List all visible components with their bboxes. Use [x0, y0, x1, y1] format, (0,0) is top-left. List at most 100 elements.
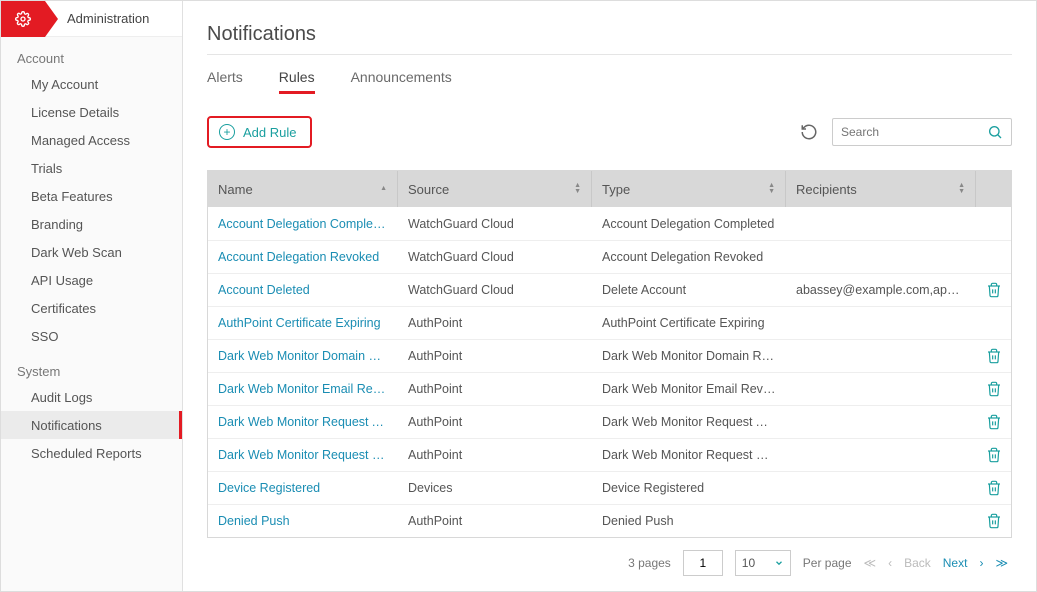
pager-first[interactable]: ≪	[864, 556, 877, 570]
rule-name-link[interactable]: AuthPoint Certificate Expiring	[208, 316, 398, 330]
trash-icon[interactable]	[986, 281, 1002, 299]
rule-source: AuthPoint	[398, 349, 592, 363]
table-row: Account DeletedWatchGuard CloudDelete Ac…	[208, 273, 1011, 306]
sidebar-item-license-details[interactable]: License Details	[1, 98, 182, 126]
search-input[interactable]	[841, 125, 971, 139]
pager: 3 pages 10 Per page ≪ ‹ Back Next › ≫	[207, 538, 1012, 576]
table-row: Dark Web Monitor Domain Revo...AuthPoint…	[208, 339, 1011, 372]
rule-source: WatchGuard Cloud	[398, 283, 592, 297]
col-header-source-label: Source	[408, 182, 449, 197]
rule-source: AuthPoint	[398, 382, 592, 396]
nav-section-header: System	[1, 350, 182, 383]
rule-name-link[interactable]: Device Registered	[208, 481, 398, 495]
rule-name-link[interactable]: Account Deleted	[208, 283, 398, 297]
col-header-recipients[interactable]: Recipients ▲▼	[786, 171, 976, 207]
rule-name-link[interactable]: Account Delegation Revoked	[208, 250, 398, 264]
trash-icon[interactable]	[986, 380, 1002, 398]
admin-gear-badge	[1, 1, 45, 37]
col-header-type[interactable]: Type ▲▼	[592, 171, 786, 207]
trash-icon[interactable]	[986, 512, 1002, 530]
rule-actions	[976, 380, 1011, 398]
refresh-icon[interactable]	[800, 123, 818, 141]
rule-source: AuthPoint	[398, 448, 592, 462]
rule-name-link[interactable]: Account Delegation Completed	[208, 217, 398, 231]
sidebar-item-branding[interactable]: Branding	[1, 210, 182, 238]
trash-icon[interactable]	[986, 446, 1002, 464]
rule-name-link[interactable]: Dark Web Monitor Domain Revo...	[208, 349, 398, 363]
search-icon[interactable]	[987, 124, 1003, 140]
toolbar: + Add Rule	[207, 116, 1012, 148]
rule-source: AuthPoint	[398, 514, 592, 528]
page-input[interactable]	[683, 550, 723, 576]
rule-recipients: abassey@example.com,apatel@e...	[786, 283, 976, 297]
tab-rules[interactable]: Rules	[279, 69, 315, 94]
add-rule-label: Add Rule	[243, 125, 296, 140]
sidebar-item-scheduled-reports[interactable]: Scheduled Reports	[1, 439, 182, 467]
sidebar-item-api-usage[interactable]: API Usage	[1, 266, 182, 294]
page-title: Notifications	[207, 23, 1012, 55]
sidebar-item-beta-features[interactable]: Beta Features	[1, 182, 182, 210]
rule-name-link[interactable]: Dark Web Monitor Email Revoked	[208, 382, 398, 396]
rule-type: Account Delegation Completed	[592, 217, 786, 231]
rule-type: Device Registered	[592, 481, 786, 495]
rule-actions	[976, 347, 1011, 365]
table-header: Name ▲ Source ▲▼ Type ▲▼ Recipients ▲▼	[208, 171, 1011, 207]
col-header-actions	[976, 171, 1011, 207]
rules-table: Name ▲ Source ▲▼ Type ▲▼ Recipients ▲▼ A…	[207, 170, 1012, 538]
table-row: Denied PushAuthPointDenied Push	[208, 504, 1011, 537]
sidebar: Administration AccountMy AccountLicense …	[1, 1, 183, 591]
per-page-label: Per page	[803, 556, 852, 570]
sidebar-item-audit-logs[interactable]: Audit Logs	[1, 383, 182, 411]
rule-name-link[interactable]: Denied Push	[208, 514, 398, 528]
table-row: Account Delegation RevokedWatchGuard Clo…	[208, 240, 1011, 273]
pager-last[interactable]: ≫	[995, 556, 1008, 570]
pager-prev-chevron[interactable]: ‹	[888, 556, 892, 570]
table-row: AuthPoint Certificate ExpiringAuthPointA…	[208, 306, 1011, 339]
tab-alerts[interactable]: Alerts	[207, 69, 243, 94]
rule-type: Delete Account	[592, 283, 786, 297]
admin-title: Administration	[67, 11, 149, 26]
rule-type: Dark Web Monitor Request Denied	[592, 448, 786, 462]
sidebar-item-dark-web-scan[interactable]: Dark Web Scan	[1, 238, 182, 266]
trash-icon[interactable]	[986, 347, 1002, 365]
add-rule-button[interactable]: + Add Rule	[207, 116, 312, 148]
rule-type: Dark Web Monitor Request Appro...	[592, 415, 786, 429]
table-row: Account Delegation CompletedWatchGuard C…	[208, 207, 1011, 240]
per-page-select[interactable]: 10	[735, 550, 791, 576]
sidebar-item-my-account[interactable]: My Account	[1, 70, 182, 98]
sidebar-item-managed-access[interactable]: Managed Access	[1, 126, 182, 154]
tab-announcements[interactable]: Announcements	[351, 69, 452, 94]
per-page-value: 10	[742, 556, 755, 570]
sidebar-item-certificates[interactable]: Certificates	[1, 294, 182, 322]
sidebar-item-notifications[interactable]: Notifications	[1, 411, 182, 439]
rule-source: WatchGuard Cloud	[398, 217, 592, 231]
sidebar-item-trials[interactable]: Trials	[1, 154, 182, 182]
pager-next-chevron[interactable]: ›	[979, 556, 983, 570]
table-row: Dark Web Monitor Request Deni...AuthPoin…	[208, 438, 1011, 471]
rule-source: AuthPoint	[398, 415, 592, 429]
nav-section-header: Account	[1, 37, 182, 70]
pager-back[interactable]: Back	[904, 556, 931, 570]
rule-type: Account Delegation Revoked	[592, 250, 786, 264]
rule-source: WatchGuard Cloud	[398, 250, 592, 264]
pages-count: 3 pages	[628, 556, 671, 570]
rule-type: Dark Web Monitor Email Revoked	[592, 382, 786, 396]
col-header-name[interactable]: Name ▲	[208, 171, 398, 207]
pager-next[interactable]: Next	[943, 556, 968, 570]
col-header-source[interactable]: Source ▲▼	[398, 171, 592, 207]
sort-icon: ▲▼	[574, 183, 581, 195]
tabs: Alerts Rules Announcements	[207, 69, 1012, 94]
table-row: Dark Web Monitor Request Appr...AuthPoin…	[208, 405, 1011, 438]
rule-actions	[976, 512, 1011, 530]
sidebar-item-sso[interactable]: SSO	[1, 322, 182, 350]
trash-icon[interactable]	[986, 479, 1002, 497]
rule-name-link[interactable]: Dark Web Monitor Request Deni...	[208, 448, 398, 462]
col-header-type-label: Type	[602, 182, 630, 197]
search-box[interactable]	[832, 118, 1012, 146]
rule-name-link[interactable]: Dark Web Monitor Request Appr...	[208, 415, 398, 429]
main-content: Notifications Alerts Rules Announcements +…	[183, 1, 1036, 591]
rule-actions	[976, 446, 1011, 464]
rule-source: AuthPoint	[398, 316, 592, 330]
trash-icon[interactable]	[986, 413, 1002, 431]
sort-icon: ▲▼	[958, 183, 965, 195]
